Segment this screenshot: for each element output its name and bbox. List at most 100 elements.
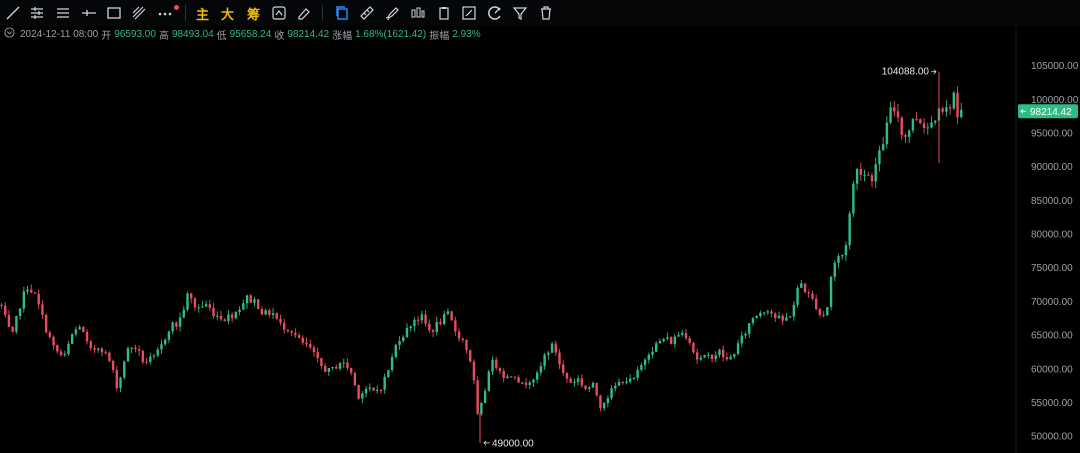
candle-body xyxy=(320,358,323,367)
candle-body xyxy=(390,357,394,371)
change-value: 1.68%(1621.42) xyxy=(355,28,427,40)
candle-body xyxy=(93,348,96,350)
parallel-lines-icon[interactable] xyxy=(53,3,73,23)
candle-body xyxy=(219,315,223,320)
candle-body xyxy=(223,319,226,322)
candle-body xyxy=(178,317,182,327)
candle-body xyxy=(733,353,736,357)
candle-body xyxy=(212,307,215,317)
candle-body xyxy=(524,382,528,385)
candle-body xyxy=(197,307,200,309)
collapse-chevron-icon[interactable] xyxy=(4,27,15,41)
candle-body xyxy=(573,381,576,383)
candle-body xyxy=(446,311,450,315)
horizontal-ray-icon[interactable] xyxy=(79,3,99,23)
candle-body xyxy=(379,389,383,391)
candle-body xyxy=(614,385,617,389)
fibonacci-icon[interactable] xyxy=(129,3,149,23)
chips-button[interactable]: 筹 xyxy=(247,4,260,23)
more-icon[interactable] xyxy=(155,3,175,23)
horizontal-lines-icon[interactable] xyxy=(27,3,47,23)
note-icon[interactable] xyxy=(459,3,479,23)
candle-body xyxy=(491,359,494,372)
candle-body xyxy=(59,351,63,356)
rectangle-icon[interactable] xyxy=(104,3,124,23)
trend-line-icon[interactable] xyxy=(3,3,23,23)
candle-body xyxy=(104,352,107,354)
y-tick-label: 95000.00 xyxy=(1031,128,1073,139)
candle-body xyxy=(275,313,278,319)
candle-body xyxy=(431,330,435,332)
y-tick-label: 65000.00 xyxy=(1031,331,1073,342)
candle-body xyxy=(364,388,368,394)
candle-body xyxy=(409,326,412,328)
candle-body xyxy=(495,359,498,368)
candle-body xyxy=(521,382,524,384)
clipboard-icon[interactable] xyxy=(434,3,454,23)
magnet-icon[interactable] xyxy=(485,3,505,23)
candle-body xyxy=(606,398,610,403)
big-order-button[interactable]: 大 xyxy=(221,4,234,23)
candle-body xyxy=(271,313,275,316)
candle-body xyxy=(833,262,836,277)
candle-icon[interactable] xyxy=(408,3,428,23)
y-tick-label: 90000.00 xyxy=(1031,162,1073,173)
eraser-icon[interactable] xyxy=(294,3,314,23)
candle-body xyxy=(44,314,48,333)
candle-body xyxy=(126,348,130,362)
replay-icon[interactable] xyxy=(269,3,289,23)
candle-body xyxy=(610,388,613,399)
candle-body xyxy=(353,372,357,386)
candle-body xyxy=(283,322,286,330)
candle-body xyxy=(70,334,74,344)
candle-body xyxy=(855,168,859,184)
candle-body xyxy=(342,362,345,364)
candle-body xyxy=(108,352,111,361)
close-label: 收 xyxy=(274,30,285,42)
candle-body xyxy=(588,387,591,390)
filter-icon[interactable] xyxy=(510,3,530,23)
candle-body xyxy=(621,381,624,384)
candle-body xyxy=(878,150,881,165)
y-tick-label: 60000.00 xyxy=(1031,364,1073,375)
candle-body xyxy=(889,107,892,123)
candle-body xyxy=(565,372,569,379)
candle-body xyxy=(673,336,677,345)
candle-body xyxy=(859,168,863,175)
candle-body xyxy=(130,347,133,349)
candle-body xyxy=(502,370,505,379)
candle-body xyxy=(167,331,171,340)
candle-body xyxy=(934,120,937,123)
candle-body xyxy=(171,322,174,332)
candle-body xyxy=(569,378,572,383)
candle-body xyxy=(632,377,636,379)
copy-icon[interactable] xyxy=(332,3,352,23)
candle-body xyxy=(543,354,546,367)
candle-body xyxy=(123,361,126,378)
candle-body xyxy=(160,344,163,350)
candle-body xyxy=(305,342,308,345)
candle-body xyxy=(643,359,647,366)
candle-body xyxy=(792,304,796,317)
trash-icon[interactable] xyxy=(536,3,556,23)
candle-body xyxy=(30,289,33,293)
brush-icon[interactable] xyxy=(382,3,402,23)
candle-body xyxy=(346,362,349,369)
candle-body xyxy=(450,311,453,321)
ruler-icon[interactable] xyxy=(357,3,377,23)
candle-body xyxy=(242,303,245,310)
y-tick-label: 70000.00 xyxy=(1031,297,1073,308)
candle-body xyxy=(163,339,167,345)
candlestick-chart[interactable]: 105000.00 100000.00 95000.00 90000.00 85000.… xyxy=(0,0,1080,453)
candle-body xyxy=(149,356,152,362)
candle-body xyxy=(405,327,409,338)
candle-body xyxy=(74,329,78,335)
main-indicator-button[interactable]: 主 xyxy=(196,4,209,23)
candle-body xyxy=(617,381,621,386)
candle-body xyxy=(748,323,751,334)
candle-body xyxy=(762,312,766,314)
candle-body xyxy=(487,371,491,391)
candle-body xyxy=(290,331,293,333)
candle-body xyxy=(190,293,193,299)
candle-body xyxy=(97,348,100,350)
